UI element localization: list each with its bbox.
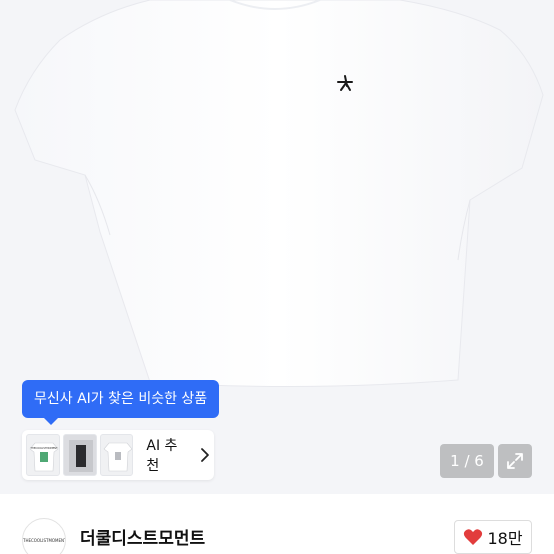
store-logo[interactable]: THECOOLISTMOMENT (22, 518, 66, 554)
ai-similar-products-tooltip[interactable]: 무신사 AI가 찾은 비슷한 상품 (22, 380, 220, 425)
store-name[interactable]: 더쿨디스트모먼트 (80, 524, 205, 549)
tshirt-image (14, 0, 544, 388)
like-count: 18만 (487, 529, 523, 548)
store-row: THECOOLISTMOMENT 더쿨디스트모먼트 18만 (0, 494, 554, 554)
expand-icon (507, 453, 523, 469)
like-button[interactable]: 18만 (454, 520, 532, 554)
ai-recommend-button[interactable]: THECOOLISTMOMENT AI 추천 (22, 430, 214, 480)
chevron-right-icon (201, 448, 209, 462)
expand-button[interactable] (498, 444, 532, 478)
product-image[interactable]: 무신사 AI가 찾은 비슷한 상품 THECOOLISTMOMENT AI 추천 (0, 0, 554, 494)
heart-icon (464, 529, 483, 545)
ai-recommend-label: AI 추천 (146, 438, 178, 474)
image-pagination: 1 / 6 (440, 444, 494, 478)
recommend-thumbnail[interactable] (62, 434, 97, 476)
recommend-thumbnail[interactable]: THECOOLISTMOMENT (26, 434, 60, 476)
thumb-caption: THECOOLISTMOMENT (30, 446, 58, 450)
recommend-thumbnail[interactable] (99, 434, 134, 476)
